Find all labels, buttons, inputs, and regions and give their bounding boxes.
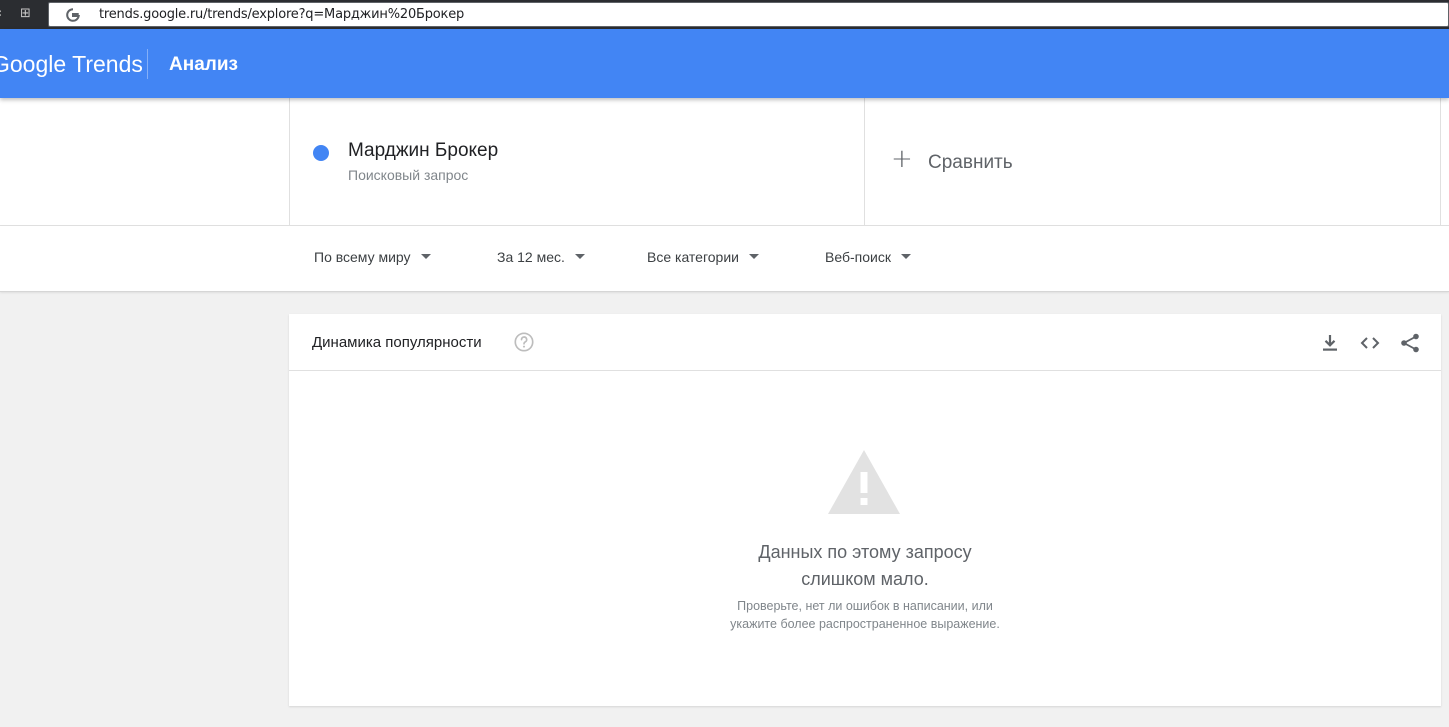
search-terms-row: Марджин Брокер Поисковый запрос + Сравни… [0, 98, 1449, 226]
category-filter-dropdown[interactable]: Все категории [647, 249, 759, 265]
category-filter-label: Все категории [647, 249, 739, 265]
app-header: Google Trends Анализ [0, 29, 1449, 98]
card-header: Динамика популярности [289, 314, 1441, 371]
no-data-hint-line-1: Проверьте, нет ли ошибок в написании, ил… [737, 599, 993, 613]
download-icon[interactable] [1318, 331, 1342, 355]
search-type-filter-dropdown[interactable]: Веб-поиск [825, 249, 911, 265]
search-term-type: Поисковый запрос [348, 167, 469, 183]
no-data-line-2: слишком мало. [801, 569, 929, 589]
header-divider [147, 49, 148, 79]
card-title: Динамика популярности [312, 334, 482, 351]
google-favicon-icon [65, 7, 81, 23]
browser-toolbar: ‹ ⊞ trends.google.ru/trends/explore?q=Ма… [0, 0, 1449, 29]
share-icon[interactable] [1398, 331, 1422, 355]
search-term-card[interactable]: Марджин Брокер Поисковый запрос [289, 98, 865, 226]
caret-down-icon [748, 253, 759, 259]
apps-icon[interactable]: ⊞ [20, 6, 31, 21]
caret-down-icon [900, 253, 911, 259]
embed-icon[interactable] [1358, 331, 1382, 355]
no-data-hint: Проверьте, нет ли ошибок в написании, ил… [289, 597, 1441, 633]
filters-bar: По всему миру За 12 мес. Все категории В… [0, 226, 1449, 292]
time-filter-dropdown[interactable]: За 12 мес. [497, 249, 585, 265]
back-icon[interactable]: ‹ [0, 6, 2, 21]
help-icon[interactable] [513, 331, 535, 353]
caret-down-icon [574, 253, 585, 259]
search-type-filter-label: Веб-поиск [825, 249, 891, 265]
compare-label: Сравнить [928, 152, 1013, 173]
google-trends-logo[interactable]: Google Trends [0, 51, 143, 78]
compare-button[interactable]: + Сравнить [865, 98, 1441, 226]
term-color-dot [313, 145, 329, 161]
page-title: Анализ [169, 54, 238, 75]
no-data-hint-line-2: укажите более распространенное выражение… [730, 617, 1000, 631]
no-data-message: Данных по этому запросу слишком мало. [289, 539, 1441, 593]
search-term-name: Марджин Брокер [348, 140, 499, 161]
region-filter-label: По всему миру [314, 249, 411, 265]
warning-icon [828, 450, 900, 514]
plus-icon: + [891, 144, 913, 174]
caret-down-icon [420, 253, 431, 259]
no-data-line-1: Данных по этому запросу [758, 542, 972, 562]
region-filter-dropdown[interactable]: По всему миру [314, 249, 431, 265]
url-text: trends.google.ru/trends/explore?q=Марджи… [99, 7, 465, 22]
interest-over-time-card: Динамика популярности Данных по этому за… [289, 314, 1441, 706]
address-bar[interactable]: trends.google.ru/trends/explore?q=Марджи… [48, 2, 1449, 27]
time-filter-label: За 12 мес. [497, 249, 565, 265]
